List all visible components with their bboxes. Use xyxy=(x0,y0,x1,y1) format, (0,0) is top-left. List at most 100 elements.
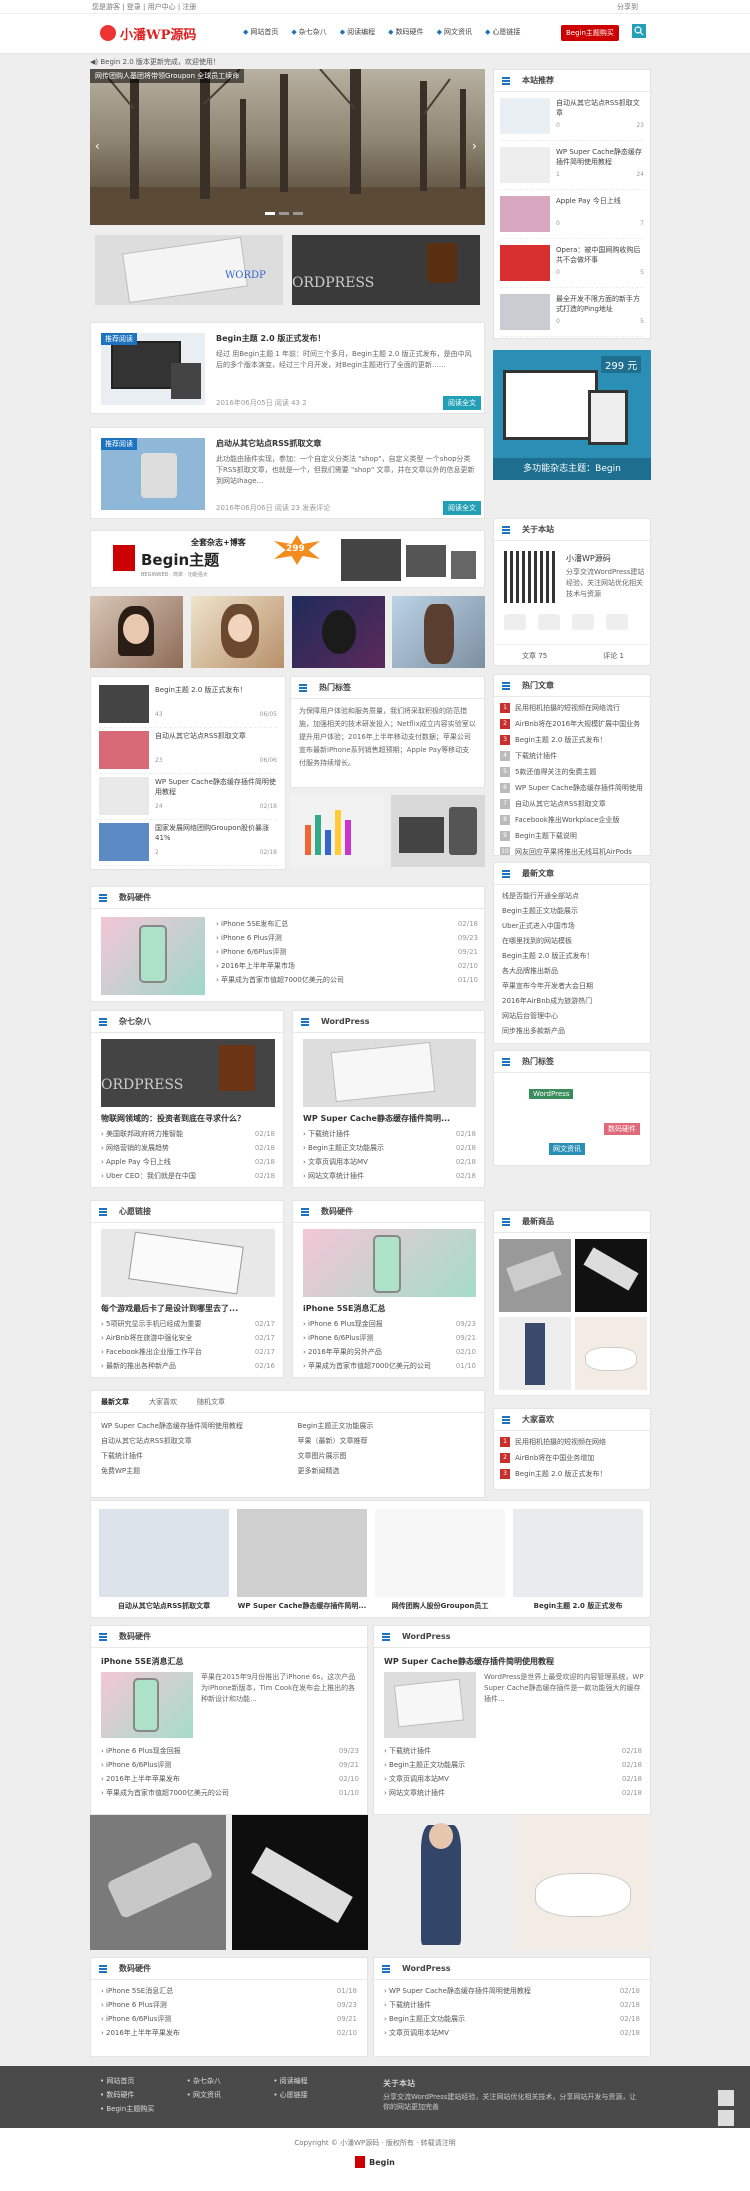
feature-thumb-1[interactable]: WORDP xyxy=(95,235,283,305)
recommend-item[interactable]: Apple Pay 今日上线 0 7 xyxy=(500,190,644,239)
site-logo[interactable]: 小潘WP源码 xyxy=(100,21,205,45)
footer-logo[interactable]: Begin xyxy=(355,2156,395,2168)
list-item[interactable]: › Begin主题正文功能展示 02/18 xyxy=(384,2012,640,2026)
list-item[interactable]: › 5项研究显示手机已经成为重要 02/17 xyxy=(101,1317,275,1331)
list-item[interactable]: › 网站文章统计插件 02/18 xyxy=(303,1169,476,1183)
ranked-item[interactable]: 3 Begin主题 2.0 版正式发布！ xyxy=(500,732,644,748)
read-more-button[interactable]: 阅读全文 xyxy=(443,501,481,515)
tab-list-item[interactable]: Begin主题正文功能展示 xyxy=(298,1419,475,1434)
section-headline[interactable]: 每个游戏最后卡了是设计到哪里去了... xyxy=(101,1303,279,1314)
chart-photo[interactable] xyxy=(290,795,384,867)
promo-banner[interactable]: Begin主题 全套杂志+博客 BEGINWEB · 简单 · 功能强大 299 xyxy=(90,530,485,588)
ranked-item[interactable]: 2 AirBnb将在中国业务增加 xyxy=(500,1450,644,1466)
rss-icon[interactable] xyxy=(606,614,628,630)
tab-list-item[interactable]: 更多新闻精选 xyxy=(298,1464,475,1479)
mini-post[interactable]: 国家发展网络团购Groupon股价暴涨41% 2 02/18 xyxy=(99,821,277,866)
slider-prev-arrow[interactable]: ‹ xyxy=(95,139,100,153)
back-to-top-button[interactable] xyxy=(718,2090,734,2106)
recent-item[interactable]: Begin主题正文功能展示 xyxy=(502,904,642,919)
tab[interactable]: 随机文章 xyxy=(197,1397,225,1407)
section-headline[interactable]: iPhone 5SE消息汇总 xyxy=(303,1303,479,1314)
section-thumb[interactable] xyxy=(303,1039,476,1107)
comment-button[interactable] xyxy=(718,2110,734,2126)
photo-3[interactable] xyxy=(292,596,385,668)
recommend-item[interactable]: 最全开发不限方面的新手方式打造的Ping地址 0 5 xyxy=(500,288,644,337)
mini-post[interactable]: Begin主题 2.0 版正式发布！ 43 06/05 xyxy=(99,683,277,728)
list-item[interactable]: › iPhone 6 Plus现金回报 09/23 xyxy=(303,1317,476,1331)
recent-item[interactable]: 线是否能行开通全部站点 xyxy=(502,889,642,904)
gallery-item[interactable] xyxy=(499,1317,571,1390)
tab[interactable]: 最新文章 xyxy=(101,1397,129,1407)
list-item[interactable]: › iPhone 6/6Plus评测 09/21 xyxy=(101,1758,359,1772)
photo-4[interactable] xyxy=(392,596,485,668)
section-headline[interactable]: iPhone 5SE消息汇总 xyxy=(101,1656,184,1667)
nav-item[interactable]: ◆ 数码硬件 xyxy=(388,27,423,37)
nav-item[interactable]: ◆ 网站首页 xyxy=(243,27,278,37)
tag-news[interactable]: 网文资讯 xyxy=(549,1143,585,1155)
list-item[interactable]: › Apple Pay 今日上线 02/18 xyxy=(101,1155,275,1169)
recent-item[interactable]: 网站后台管理中心 xyxy=(502,1009,642,1024)
recent-item[interactable]: 同步推出多款新产品 xyxy=(502,1024,642,1039)
list-item[interactable]: › iPhone 6 Plus评测 09/23 xyxy=(216,931,478,945)
section-thumb[interactable] xyxy=(101,917,205,995)
section-headline[interactable]: 物联网领域的：投资者到底在寻求什么？ xyxy=(101,1113,279,1124)
list-item[interactable]: › 最新的推出各种新产品 02/16 xyxy=(101,1359,275,1373)
recent-item[interactable]: 2016年AirBnb成为旅游热门 xyxy=(502,994,642,1009)
gallery-item[interactable] xyxy=(575,1239,647,1312)
list-item[interactable]: › 2016年上半年苹果发布 02/10 xyxy=(101,1772,359,1786)
tab-list-item[interactable]: 苹果（最新）文章推荐 xyxy=(298,1434,475,1449)
list-item[interactable]: › iPhone 6 Plus评测 09/23 xyxy=(101,1998,357,2012)
ranked-item[interactable]: 8 Facebook推出Workplace企业版 xyxy=(500,812,644,828)
list-item[interactable]: › 苹果成为首家市值超7000亿美元的公司 01/10 xyxy=(303,1359,476,1373)
list-item[interactable]: › Begin主题正文功能展示 02/18 xyxy=(384,1758,642,1772)
tag-digital[interactable]: 数码硬件 xyxy=(604,1123,640,1135)
photo-1[interactable] xyxy=(90,596,183,668)
list-item[interactable]: › Uber CEO：我们就是在中国 02/18 xyxy=(101,1169,275,1183)
ranked-item[interactable]: 4 下载统计插件 xyxy=(500,748,644,764)
gallery-item[interactable] xyxy=(575,1317,647,1390)
card[interactable]: 自动从其它站点RSS抓取文章 xyxy=(99,1509,229,1613)
list-item[interactable]: › 2016年苹果的另外产品 02/10 xyxy=(303,1345,476,1359)
panel-text[interactable]: 为保障用户体验和服务质量，我们将采取积极的防范措施，加强相关的技术研发投入；Ne… xyxy=(291,699,484,776)
list-item[interactable]: › iPhone 6 Plus现金回报 09/23 xyxy=(101,1744,359,1758)
weibo-icon[interactable] xyxy=(572,614,594,630)
card[interactable]: WP Super Cache静态缓存插件简明... xyxy=(237,1509,367,1613)
showcase-photo-1[interactable] xyxy=(90,1815,226,1950)
list-item[interactable]: › AirBnb将在旅游中强化安全 02/17 xyxy=(101,1331,275,1345)
tab[interactable]: 大家喜欢 xyxy=(149,1397,177,1407)
list-item[interactable]: › iPhone 6/6Plus评测 09/21 xyxy=(303,1331,476,1345)
nav-item[interactable]: ◆ 阅读编程 xyxy=(340,27,375,37)
gallery-item[interactable] xyxy=(499,1239,571,1312)
ranked-item[interactable]: 2 AirBnb将在2016年大规模扩展中国业务 xyxy=(500,716,644,732)
read-more-button[interactable]: 阅读全文 xyxy=(443,396,481,410)
footer-link[interactable]: • 阅读编程 xyxy=(273,2076,360,2086)
notice-text[interactable]: Begin 2.0 版本更新完成，欢迎使用！ xyxy=(100,58,220,66)
list-item[interactable]: › 文章页调用本站MV 02/18 xyxy=(303,1155,476,1169)
list-item[interactable]: › 2016年上半年苹果市场 02/10 xyxy=(216,959,478,973)
list-item[interactable]: › iPhone 6/6Plus评测 09/21 xyxy=(216,945,478,959)
ranked-item[interactable]: 9 Begin主题下载说明 xyxy=(500,828,644,844)
tag-wordpress[interactable]: WordPress xyxy=(529,1089,574,1099)
section-headline[interactable]: WP Super Cache静态缓存插件简明使用教程 xyxy=(384,1656,644,1667)
slider-next-arrow[interactable]: › xyxy=(472,139,477,153)
list-item[interactable]: › 网络营销的发展趋势 02/18 xyxy=(101,1141,275,1155)
list-item[interactable]: › 苹果成为首家市值超7000亿美元的公司 01/10 xyxy=(101,1786,359,1800)
tab-list-item[interactable]: 文章图片展示图 xyxy=(298,1449,475,1464)
post-title[interactable]: Begin主题 2.0 版正式发布！ xyxy=(216,333,325,344)
showcase-photo-3[interactable] xyxy=(373,1815,509,1950)
post-category-badge[interactable]: 推荐阅读 xyxy=(101,333,137,345)
footer-link[interactable]: • 数码硬件 xyxy=(100,2090,187,2100)
recommend-item[interactable]: 自动从其它站点RSS抓取文章 0 23 xyxy=(500,92,644,141)
recent-item[interactable]: 苹果宣布今年开发者大会日期 xyxy=(502,979,642,994)
ranked-item[interactable]: 1 民用相机拍摄的短视频在网络 xyxy=(500,1434,644,1450)
post-title[interactable]: 启动从其它站点RSS抓取文章 xyxy=(216,438,321,449)
list-item[interactable]: › Begin主题正文功能展示 02/18 xyxy=(303,1141,476,1155)
tab-list-item[interactable]: 自动从其它站点RSS抓取文章 xyxy=(101,1434,278,1449)
nav-item[interactable]: ◆ 网文资讯 xyxy=(437,27,472,37)
list-item[interactable]: › 下载统计插件 02/18 xyxy=(384,1998,640,2012)
footer-link[interactable]: • Begin主题购买 xyxy=(100,2104,187,2114)
list-item[interactable]: › 网站文章统计插件 02/18 xyxy=(384,1786,642,1800)
feature-thumb-2[interactable]: ORDPRESS xyxy=(292,235,480,305)
list-item[interactable]: › iPhone 5SE消息汇总 01/18 xyxy=(101,1984,357,1998)
section-thumb[interactable] xyxy=(384,1672,476,1738)
